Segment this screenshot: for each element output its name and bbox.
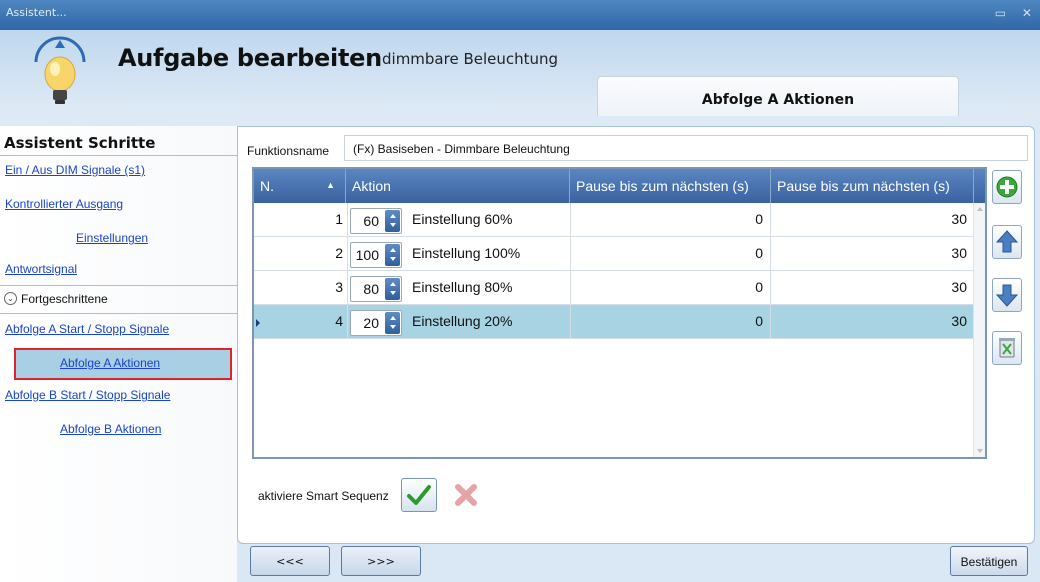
table-row[interactable]: 2 100 Einstellung 100% 0 30	[254, 237, 974, 271]
smart-sequence-disable-button[interactable]	[448, 478, 484, 512]
cell-pause-1: 0	[755, 279, 763, 295]
stepper-arrows-icon[interactable]	[385, 244, 400, 266]
level-value: 20	[363, 315, 379, 331]
sidebar-item-abfolge-b-start-stopp[interactable]: Abfolge B Start / Stopp Signale	[5, 388, 170, 402]
level-value: 60	[363, 213, 379, 229]
window-title: Assistent...	[6, 6, 67, 19]
table-row[interactable]: 3 80 Einstellung 80% 0 30	[254, 271, 974, 305]
column-header-n[interactable]: N. ▲	[254, 169, 346, 203]
cell-n: 2	[254, 237, 348, 271]
column-header-pause-2[interactable]: Pause bis zum nächsten (s)	[771, 169, 974, 203]
sidebar-item-kontrollierter-ausgang[interactable]: Kontrollierter Ausgang	[5, 197, 123, 211]
cell-pause-2: 30	[951, 245, 967, 261]
delete-icon	[999, 338, 1015, 358]
cell-n: 1	[254, 203, 348, 237]
move-up-button[interactable]	[992, 225, 1022, 259]
sidebar-item-abfolge-b-aktionen[interactable]: Abfolge B Aktionen	[60, 422, 161, 436]
add-row-button[interactable]	[992, 170, 1022, 204]
level-stepper[interactable]: 60	[350, 208, 402, 234]
cell-description: Einstellung 20%	[412, 313, 513, 329]
cancel-icon	[455, 484, 477, 506]
page-title: Aufgabe bearbeiten	[118, 44, 382, 72]
level-stepper[interactable]: 20	[350, 310, 402, 336]
sidebar-item-ein-aus-dim-signale[interactable]: Ein / Aus DIM Signale (s1)	[5, 163, 145, 177]
cell-pause-1: 0	[755, 313, 763, 329]
stepper-arrows-icon[interactable]	[385, 312, 400, 334]
level-stepper[interactable]: 80	[350, 276, 402, 302]
level-stepper[interactable]: 100	[350, 242, 402, 268]
smart-sequence-enable-button[interactable]	[401, 478, 437, 512]
cell-pause-1: 0	[755, 245, 763, 261]
sidebar-item-abfolge-a-start-stopp[interactable]: Abfolge A Start / Stopp Signale	[5, 322, 169, 336]
scroll-up-icon[interactable]	[977, 207, 983, 211]
window-titlebar: Assistent... ▭ ✕	[0, 0, 1040, 30]
sidebar-item-einstellungen[interactable]: Einstellungen	[76, 231, 148, 245]
cell-pause-1-wrap: 0	[570, 305, 771, 339]
cell-description: Einstellung 80%	[412, 279, 513, 295]
arrow-down-icon	[995, 284, 1019, 307]
arrow-up-icon	[995, 230, 1019, 253]
level-value: 100	[355, 247, 379, 263]
cell-pause-2-wrap: 30	[771, 203, 974, 237]
function-name-field[interactable]: (Fx) Basiseben - Dimmbare Beleuchtung	[344, 135, 1028, 161]
delete-row-button[interactable]	[992, 331, 1022, 365]
scroll-down-icon[interactable]	[977, 449, 983, 453]
vertical-scrollbar[interactable]	[973, 203, 985, 457]
cell-pause-2: 30	[951, 313, 967, 329]
back-button[interactable]: <<<	[250, 546, 330, 576]
cell-pause-1: 0	[755, 211, 763, 227]
column-header-aktion[interactable]: Aktion	[346, 169, 570, 203]
page-subtitle: dimmbare Beleuchtung	[382, 50, 559, 68]
table-row[interactable]: 1 60 Einstellung 60% 0 30	[254, 203, 974, 237]
cell-n: 3	[254, 271, 348, 305]
sidebar-title: Assistent Schritte	[4, 134, 156, 152]
tab-abfolge-a-aktionen[interactable]: Abfolge A Aktionen	[597, 76, 959, 116]
check-icon	[407, 485, 431, 505]
bulb-icon	[34, 36, 86, 104]
smart-sequence-label: aktiviere Smart Sequenz	[258, 489, 389, 503]
cell-pause-1-wrap: 0	[570, 237, 771, 271]
divider	[0, 313, 237, 314]
add-icon	[996, 176, 1018, 198]
stepper-arrows-icon[interactable]	[385, 278, 400, 300]
window-controls[interactable]: ▭ ✕	[995, 6, 1038, 20]
cell-pause-2: 30	[951, 211, 967, 227]
divider	[0, 285, 237, 286]
table-row-selected[interactable]: 4 20 Einstellung 20% 0 30	[254, 305, 974, 339]
sidebar-item-abfolge-a-aktionen[interactable]: Abfolge A Aktionen	[60, 356, 160, 370]
sidebar-group-fortgeschrittene[interactable]: Fortgeschrittene	[21, 292, 108, 306]
cell-pause-2: 30	[951, 279, 967, 295]
column-header-label: N.	[260, 178, 274, 194]
sort-asc-icon: ▲	[326, 180, 335, 190]
column-header-filler	[974, 169, 985, 203]
cell-n: 4	[254, 305, 348, 339]
next-button[interactable]: >>>	[341, 546, 421, 576]
confirm-button[interactable]: Bestätigen	[950, 546, 1028, 576]
chevron-down-icon[interactable]: ⌄	[4, 292, 17, 305]
cell-pause-1-wrap: 0	[570, 271, 771, 305]
cell-pause-1-wrap: 0	[570, 203, 771, 237]
move-down-button[interactable]	[992, 278, 1022, 312]
column-header-pause-1[interactable]: Pause bis zum nächsten (s)	[570, 169, 771, 203]
cell-description: Einstellung 60%	[412, 211, 513, 227]
cell-pause-2-wrap: 30	[771, 237, 974, 271]
divider	[0, 155, 237, 156]
stepper-arrows-icon[interactable]	[385, 210, 400, 232]
actions-table: N. ▲ Aktion Pause bis zum nächsten (s) P…	[252, 167, 987, 459]
cell-pause-2-wrap: 30	[771, 305, 974, 339]
level-value: 80	[363, 281, 379, 297]
sidebar-item-antwortsignal[interactable]: Antwortsignal	[5, 262, 77, 276]
function-name-label: Funktionsname	[247, 144, 330, 158]
cell-pause-2-wrap: 30	[771, 271, 974, 305]
cell-description: Einstellung 100%	[412, 245, 521, 261]
